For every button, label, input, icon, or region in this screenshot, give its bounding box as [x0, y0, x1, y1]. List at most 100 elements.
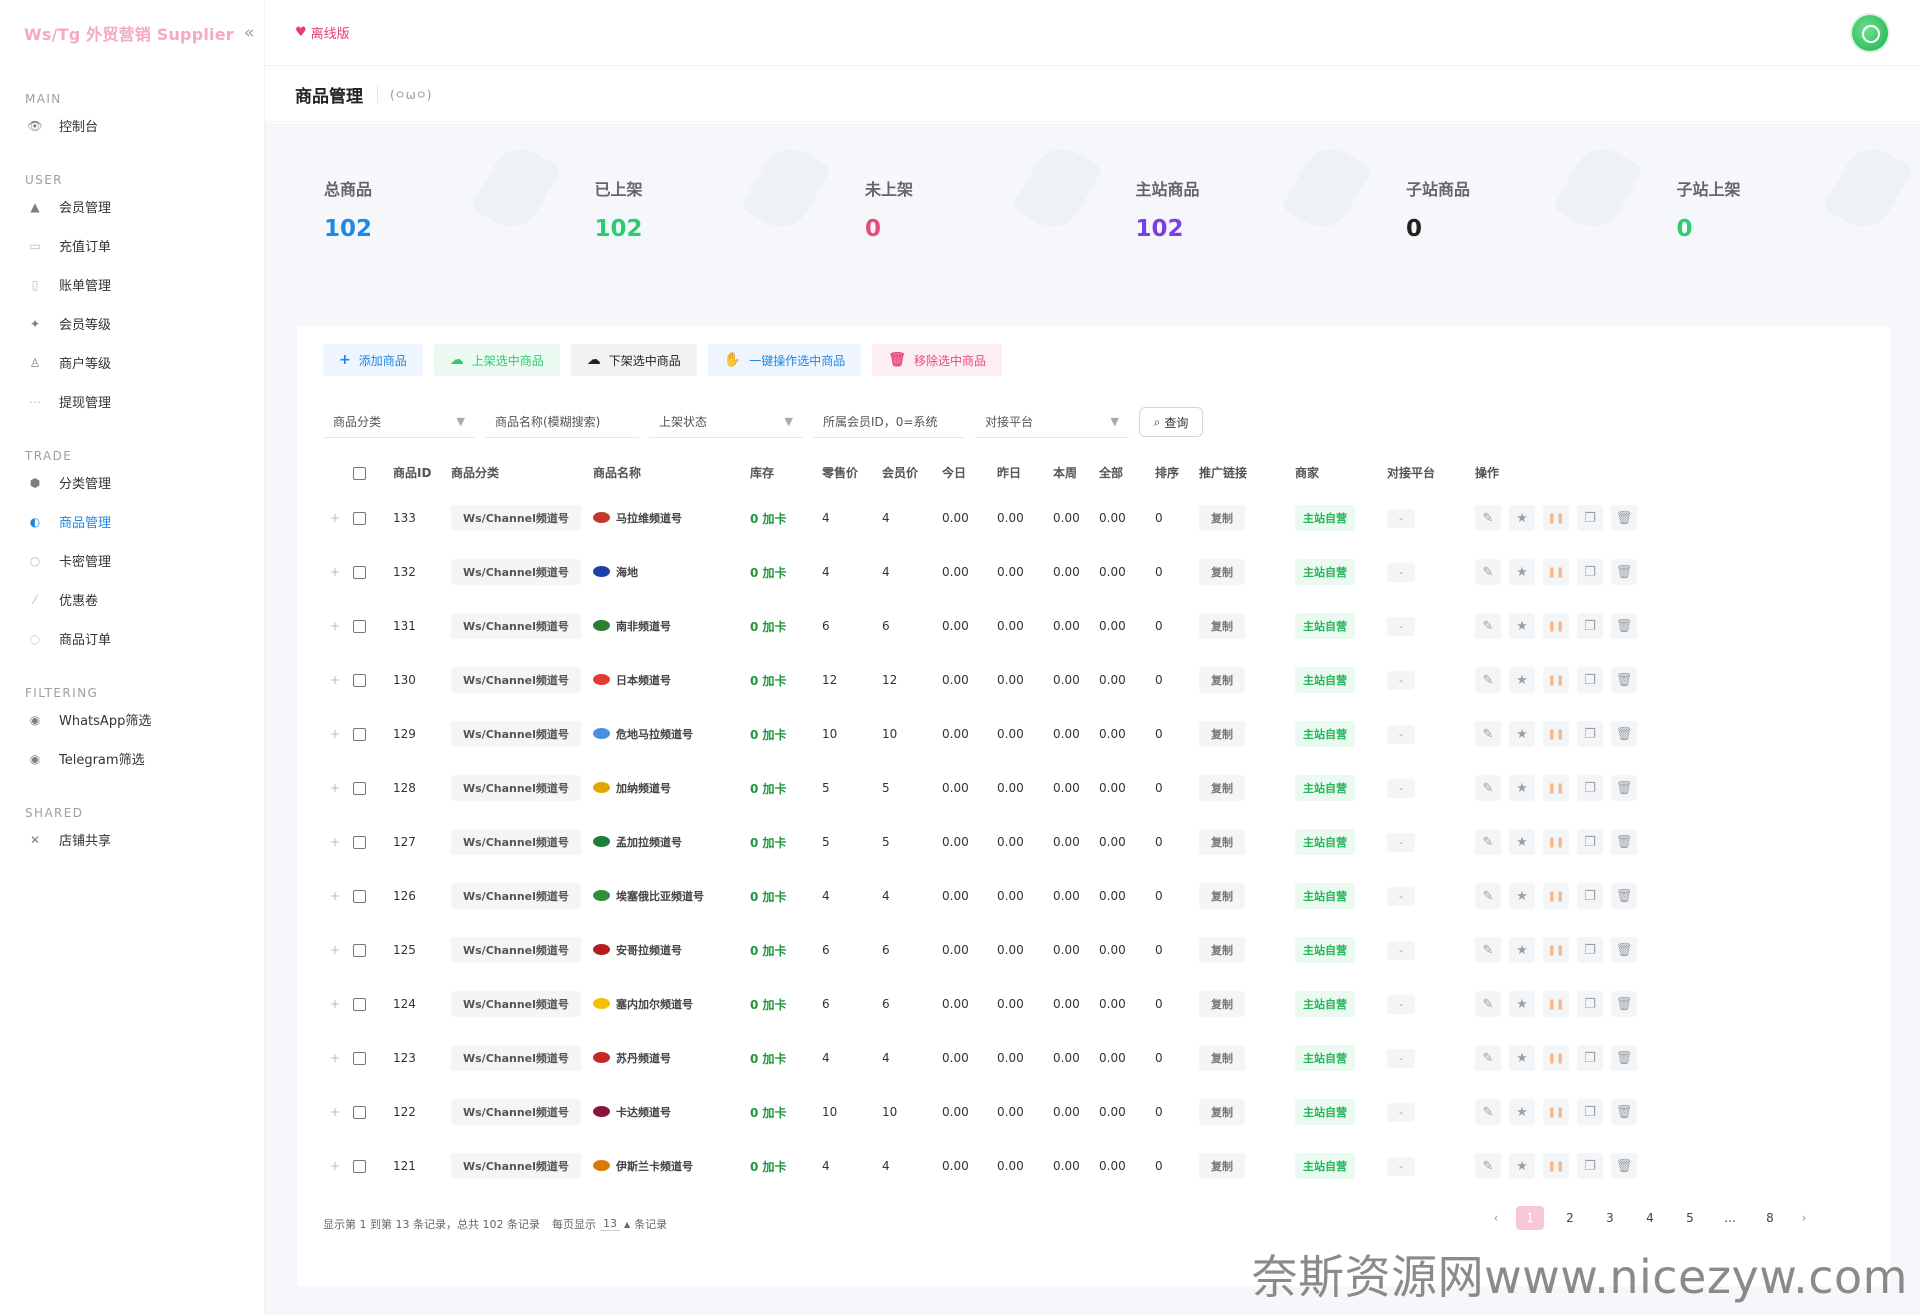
trash-icon[interactable]: 🗑 — [1611, 991, 1637, 1017]
trash-icon[interactable]: 🗑 — [1611, 505, 1637, 531]
expand-icon[interactable]: + — [330, 1105, 340, 1119]
sidebar-item[interactable]: ✕ 店铺共享 — [0, 820, 264, 859]
pause-icon[interactable]: ❚❚ — [1543, 1153, 1569, 1179]
category-select[interactable]: 商品分类 ▼ — [323, 406, 475, 438]
trash-icon[interactable]: 🗑 — [1611, 1153, 1637, 1179]
offline-badge[interactable]: ♥ 离线版 — [295, 23, 350, 42]
row-checkbox[interactable] — [353, 620, 366, 633]
select-all-checkbox[interactable] — [353, 466, 366, 480]
sidebar-item[interactable]: ✦ 会员等级 — [0, 304, 264, 343]
member-id-input[interactable]: 所属会员ID，0=系统 — [813, 406, 965, 438]
avatar[interactable] — [1852, 15, 1888, 51]
pause-icon[interactable]: ❚❚ — [1543, 559, 1569, 585]
edit-icon[interactable]: ✎ — [1475, 559, 1501, 585]
page-button[interactable]: 1 — [1516, 1206, 1544, 1230]
per-page-select[interactable]: 13 — [599, 1217, 620, 1231]
edit-icon[interactable]: ✎ — [1475, 505, 1501, 531]
trash-icon[interactable]: 🗑 — [1611, 937, 1637, 963]
name-search-input[interactable]: 商品名称(模糊搜索) — [485, 406, 639, 438]
copy-icon[interactable]: ❐ — [1577, 1099, 1603, 1125]
sidebar-item[interactable]: ◉ Telegram筛选 — [0, 739, 264, 778]
star-icon[interactable]: ★ — [1509, 1153, 1535, 1179]
star-icon[interactable]: ★ — [1509, 883, 1535, 909]
expand-icon[interactable]: + — [330, 619, 340, 633]
prev-page-button[interactable]: ‹ — [1488, 1206, 1504, 1230]
sidebar-item[interactable]: ◉ WhatsApp筛选 — [0, 700, 264, 739]
edit-icon[interactable]: ✎ — [1475, 775, 1501, 801]
stock-add-card-link[interactable]: 0 加卡 — [750, 944, 787, 958]
edit-icon[interactable]: ✎ — [1475, 613, 1501, 639]
copy-icon[interactable]: ❐ — [1577, 613, 1603, 639]
page-button[interactable]: 8 — [1756, 1206, 1784, 1230]
toolbar-button[interactable]: + 添加商品 — [323, 344, 423, 376]
edit-icon[interactable]: ✎ — [1475, 883, 1501, 909]
expand-icon[interactable]: + — [330, 1051, 340, 1065]
sidebar-item[interactable]: ▲ 会员管理 — [0, 187, 264, 226]
sidebar-item[interactable]: ○ 商品订单 — [0, 619, 264, 658]
brand[interactable]: Ws/Tg 外贸营销 Supplier « — [0, 0, 264, 66]
toolbar-button[interactable]: 🗑 移除选中商品 — [872, 344, 1003, 376]
stock-add-card-link[interactable]: 0 加卡 — [750, 674, 787, 688]
star-icon[interactable]: ★ — [1509, 667, 1535, 693]
toolbar-button[interactable]: ✋ 一键操作选中商品 — [707, 344, 862, 376]
trash-icon[interactable]: 🗑 — [1611, 1045, 1637, 1071]
row-checkbox[interactable] — [353, 1160, 366, 1173]
row-checkbox[interactable] — [353, 1052, 366, 1065]
row-checkbox[interactable] — [353, 1106, 366, 1119]
stock-add-card-link[interactable]: 0 加卡 — [750, 566, 787, 580]
stock-add-card-link[interactable]: 0 加卡 — [750, 890, 787, 904]
row-checkbox[interactable] — [353, 512, 366, 525]
copy-icon[interactable]: ❐ — [1577, 937, 1603, 963]
edit-icon[interactable]: ✎ — [1475, 1153, 1501, 1179]
pause-icon[interactable]: ❚❚ — [1543, 937, 1569, 963]
pause-icon[interactable]: ❚❚ — [1543, 1099, 1569, 1125]
pause-icon[interactable]: ❚❚ — [1543, 991, 1569, 1017]
trash-icon[interactable]: 🗑 — [1611, 1099, 1637, 1125]
star-icon[interactable]: ★ — [1509, 613, 1535, 639]
row-checkbox[interactable] — [353, 728, 366, 741]
edit-icon[interactable]: ✎ — [1475, 1099, 1501, 1125]
pause-icon[interactable]: ❚❚ — [1543, 1045, 1569, 1071]
copy-link-button[interactable]: 复制 — [1199, 1045, 1245, 1071]
sidebar-item[interactable]: ⁄ 优惠卷 — [0, 580, 264, 619]
row-checkbox[interactable] — [353, 944, 366, 957]
star-icon[interactable]: ★ — [1509, 937, 1535, 963]
expand-icon[interactable]: + — [330, 835, 340, 849]
stock-add-card-link[interactable]: 0 加卡 — [750, 836, 787, 850]
star-icon[interactable]: ★ — [1509, 721, 1535, 747]
stock-add-card-link[interactable]: 0 加卡 — [750, 998, 787, 1012]
stock-add-card-link[interactable]: 0 加卡 — [750, 1106, 787, 1120]
copy-icon[interactable]: ❐ — [1577, 991, 1603, 1017]
sidebar-item[interactable]: ⬢ 分类管理 — [0, 463, 264, 502]
expand-icon[interactable]: + — [330, 1159, 340, 1173]
stock-add-card-link[interactable]: 0 加卡 — [750, 512, 787, 526]
trash-icon[interactable]: 🗑 — [1611, 667, 1637, 693]
trash-icon[interactable]: 🗑 — [1611, 559, 1637, 585]
copy-icon[interactable]: ❐ — [1577, 1045, 1603, 1071]
pause-icon[interactable]: ❚❚ — [1543, 613, 1569, 639]
sidebar-item[interactable]: ◐ 商品管理 — [0, 502, 264, 541]
trash-icon[interactable]: 🗑 — [1611, 613, 1637, 639]
stock-add-card-link[interactable]: 0 加卡 — [750, 728, 787, 742]
pause-icon[interactable]: ❚❚ — [1543, 883, 1569, 909]
copy-icon[interactable]: ❐ — [1577, 505, 1603, 531]
sidebar-item[interactable]: ▯ 账单管理 — [0, 265, 264, 304]
row-checkbox[interactable] — [353, 836, 366, 849]
sidebar-item[interactable]: ⋯ 提现管理 — [0, 382, 264, 421]
copy-icon[interactable]: ❐ — [1577, 883, 1603, 909]
trash-icon[interactable]: 🗑 — [1611, 829, 1637, 855]
star-icon[interactable]: ★ — [1509, 829, 1535, 855]
copy-link-button[interactable]: 复制 — [1199, 829, 1245, 855]
toolbar-button[interactable]: ☁ 下架选中商品 — [570, 344, 697, 376]
trash-icon[interactable]: 🗑 — [1611, 775, 1637, 801]
expand-icon[interactable]: + — [330, 673, 340, 687]
copy-link-button[interactable]: 复制 — [1199, 883, 1245, 909]
copy-link-button[interactable]: 复制 — [1199, 775, 1245, 801]
row-checkbox[interactable] — [353, 566, 366, 579]
expand-icon[interactable]: + — [330, 943, 340, 957]
edit-icon[interactable]: ✎ — [1475, 721, 1501, 747]
sidebar-item[interactable]: ♙ 商户等级 — [0, 343, 264, 382]
stock-add-card-link[interactable]: 0 加卡 — [750, 1052, 787, 1066]
row-checkbox[interactable] — [353, 890, 366, 903]
platform-select[interactable]: 对接平台 ▼ — [975, 406, 1129, 438]
